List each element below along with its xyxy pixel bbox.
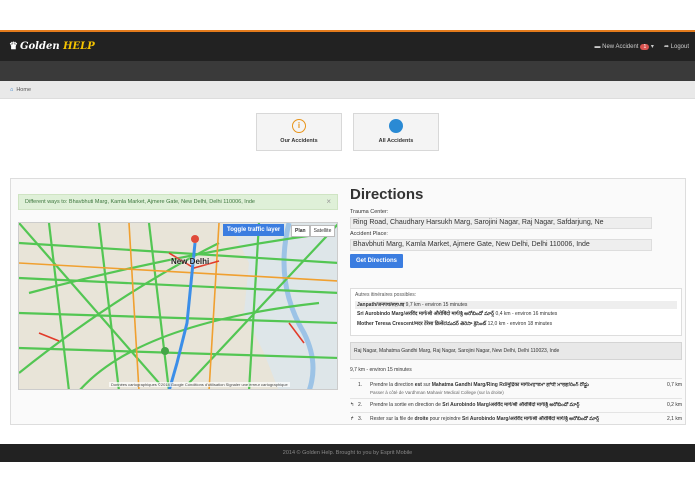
accident-count-badge: 1	[640, 44, 650, 50]
trauma-center-input[interactable]: Ring Road, Chaudhary Harsukh Marg, Saroj…	[350, 217, 652, 229]
close-icon[interactable]: ×	[326, 197, 331, 206]
alternatives-title: Autres itinéraires possibles:	[355, 292, 417, 298]
step-text-bold: Sri Aurobindo Marg/	[442, 402, 491, 408]
step-number: 3.	[358, 416, 363, 422]
route-name: Sri Aurobindo Marg/अरविंद मार्ग/श्री औरो…	[357, 311, 495, 317]
navbar: ♛ Golden HELP ▬ New Accident 1 ▾ ➦ Logout	[0, 30, 695, 61]
route-option[interactable]: Janpath/जनपथ/ਜਨਪਥ 9,7 km - environ 15 mi…	[355, 301, 677, 309]
step-text-bold: अरविंद मार्ग/श्री औरोबिंदो मार्ग/శ్రీ అర…	[509, 416, 600, 422]
accident-place-label: Accident Place:	[350, 231, 388, 237]
straight-icon	[350, 382, 358, 395]
sub-navbar	[0, 61, 695, 81]
step-text: Prendre la direction est sur Mahatma Gan…	[370, 382, 660, 395]
step-subtext: Passer à côté de Vardhman Mahavir Medica…	[370, 390, 504, 395]
route-option[interactable]: Mother Teresa Crescent/मदर टेरेसा क्रिसे…	[355, 320, 677, 329]
directions-steps: 1. Prendre la direction est sur Mahatma …	[350, 378, 682, 426]
footer-text: 2014 © Golden Help. Brought to you by Es…	[282, 450, 413, 456]
breadcrumb-home[interactable]: Home	[16, 87, 31, 93]
toggle-traffic-layer-button[interactable]: Toggle traffic layer	[223, 224, 285, 236]
chevron-down-icon: ▾	[649, 44, 654, 50]
route-info: 12,0 km - environ 18 minutes	[486, 321, 553, 327]
turn-left-icon: ↰	[350, 402, 355, 408]
map-type-control: Plan Satellite	[291, 225, 336, 237]
breadcrumb: ⌂ Home	[0, 81, 695, 99]
map-view[interactable]: Toggle traffic layer Plan Satellite New …	[18, 222, 338, 390]
step-text: Prendre la sortie en direction de Sri Au…	[370, 402, 660, 409]
direction-step[interactable]: ↰ 2. Prendre la sortie en direction de S…	[350, 398, 682, 412]
home-icon: ⌂	[10, 87, 14, 93]
directions-form: Directions Trauma Center: Ring Road, Cha…	[350, 186, 686, 268]
get-directions-button[interactable]: Get Directions	[350, 254, 404, 268]
step-number: 2.	[358, 402, 363, 408]
route-name: Janpath/जनपथ/ਜਨਪਥ	[357, 302, 405, 308]
info-icon: i	[292, 119, 306, 133]
map-type-plan-button[interactable]: Plan	[291, 225, 310, 237]
brand-logo[interactable]: ♛ Golden HELP	[9, 41, 95, 52]
start-address: Raj Nagar, Mahatma Gandhi Marg, Raj Naga…	[350, 342, 682, 360]
top-whitespace	[0, 0, 695, 30]
our-accidents-tile[interactable]: i Our Accidents	[256, 113, 342, 151]
turn-right-icon: ↱	[350, 416, 355, 422]
route-summary: 9,7 km - environ 15 minutes	[350, 367, 412, 373]
step-text-part: Prendre la sortie en direction de	[370, 402, 443, 408]
inbox-icon: ▬	[594, 44, 603, 50]
direction-step[interactable]: 1. Prendre la direction est sur Mahatma …	[350, 378, 682, 398]
logout-icon: ➦	[663, 44, 671, 50]
map-canvas	[19, 223, 337, 389]
new-accident-label: New Accident	[602, 44, 639, 50]
step-text-bold: est	[414, 382, 422, 388]
routes-alert: Different ways to: Bhavbhuti Marg, Kamla…	[18, 194, 338, 210]
step-text-bold: droite	[414, 416, 429, 422]
map-city-label: New Delhi	[171, 257, 210, 266]
step-distance: 0,2 km	[666, 402, 682, 408]
new-accident-menu[interactable]: ▬ New Accident 1 ▾	[594, 43, 654, 50]
all-accidents-tile[interactable]: All Accidents	[353, 113, 439, 151]
all-accidents-label: All Accidents	[378, 138, 414, 144]
step-text-bold: Mahatma Gandhi Marg/Ring Rd/	[431, 382, 508, 388]
step-distance: 2,1 km	[666, 416, 682, 422]
crown-icon: ♛	[9, 41, 18, 52]
step-text-part: Rester sur la file de	[370, 416, 415, 422]
step-text-part: Prendre la direction	[370, 382, 415, 388]
navbar-right: ▬ New Accident 1 ▾ ➦ Logout	[594, 43, 689, 50]
step-distance: 0,7 km	[666, 382, 682, 388]
globe-icon	[389, 119, 403, 133]
logout-link[interactable]: ➦ Logout	[664, 43, 689, 50]
alert-text: Different ways to: Bhavbhuti Marg, Kamla…	[25, 199, 255, 205]
step-text-part: pour rejoindre	[428, 416, 462, 422]
map-type-satellite-button[interactable]: Satellite	[309, 225, 336, 237]
direction-step[interactable]: ↱ 3. Rester sur la file de droite pour r…	[350, 412, 682, 426]
our-accidents-label: Our Accidents	[280, 138, 318, 144]
alternative-routes: Autres itinéraires possibles: Janpath/जन…	[350, 288, 682, 336]
brand-highlight: HELP	[63, 41, 95, 52]
step-text-bold: मुद्रिका मार्ग/ਮਹਾਤਮਾ ਗਾਂਧੀ ਮਾਰਗ/రింగ్ ర…	[507, 382, 589, 388]
route-name: Mother Teresa Crescent/मदर टेरेसा क्रिसे…	[357, 321, 487, 327]
route-option[interactable]: Sri Aurobindo Marg/अरविंद मार्ग/श्री औरो…	[355, 310, 677, 319]
trauma-center-label: Trauma Center:	[350, 209, 389, 215]
map-attribution: Données cartographiques ©2014 Google Con…	[109, 382, 290, 387]
brand-prefix: Golden	[19, 41, 64, 52]
directions-title: Directions	[350, 186, 424, 203]
route-info: 9,7 km - environ 15 minutes	[404, 302, 468, 308]
step-text-bold: अरविंद मार्ग/श्री औरोबिंदो मार्ग/శ్రీ అర…	[490, 402, 580, 408]
step-number: 1.	[358, 382, 363, 388]
step-text: Rester sur la file de droite pour rejoin…	[370, 416, 660, 423]
logout-label: Logout	[670, 44, 689, 50]
step-text-bold: Sri Aurobindo Marg/	[462, 416, 510, 422]
step-text-part: sur	[421, 382, 432, 388]
route-info: 0,4 km - environ 16 minutes	[494, 311, 558, 317]
accident-place-input[interactable]: Bhavbhuti Marg, Kamla Market, Ajmere Gat…	[350, 239, 652, 251]
footer: 2014 © Golden Help. Brought to you by Es…	[0, 444, 695, 462]
bottom-whitespace	[0, 462, 695, 494]
